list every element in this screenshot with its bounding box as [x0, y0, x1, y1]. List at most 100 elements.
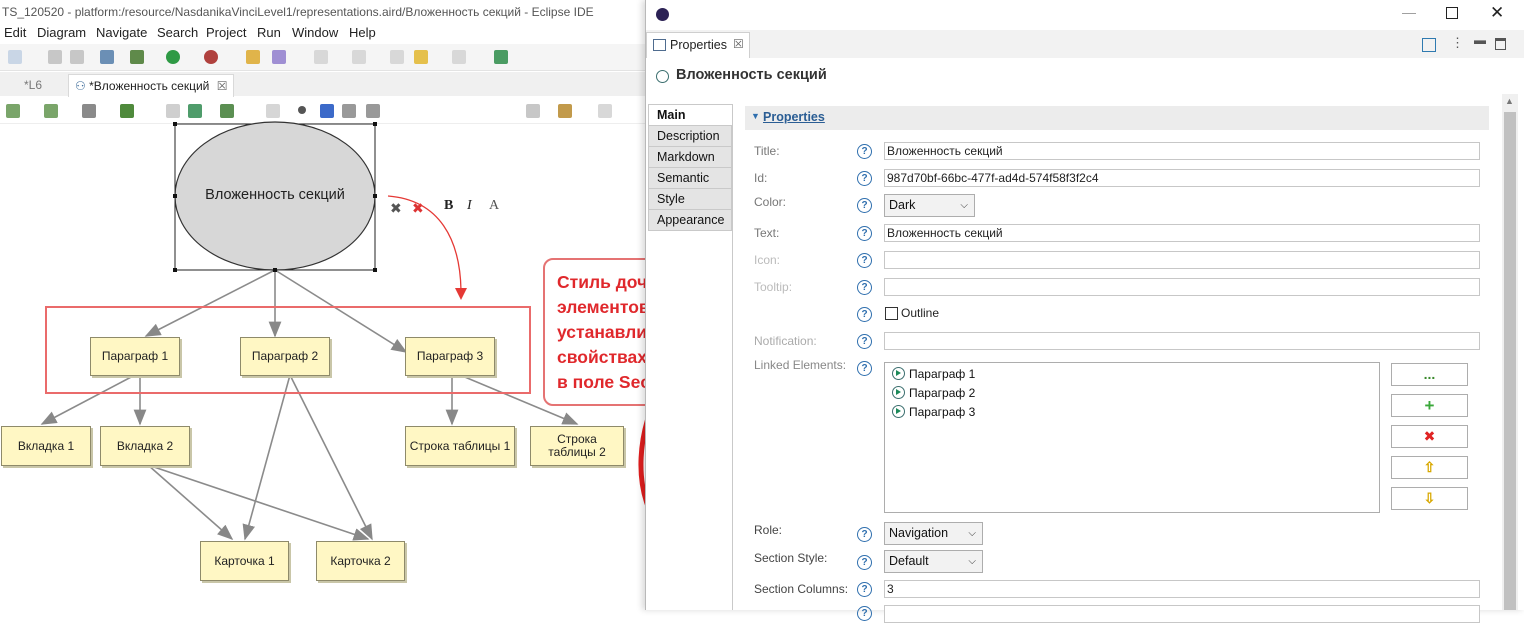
help-icon[interactable]: ? [857, 198, 872, 213]
chevron-down-icon: ▼ [751, 111, 760, 121]
move-up-button[interactable]: ⇧ [1391, 456, 1468, 479]
section-node-1[interactable]: Параграф 1 [90, 337, 180, 376]
tab-appearance[interactable]: Appearance [648, 210, 732, 231]
tab-node-1[interactable]: Вкладка 1 [1, 426, 91, 466]
id-field[interactable]: 987d70bf-66bc-477f-ad4d-574f58f3f2c4 [884, 169, 1480, 187]
eclipse-logo-icon [656, 8, 669, 21]
tab-main[interactable]: Main [648, 105, 732, 126]
scroll-up-icon[interactable]: ▲ [1505, 96, 1514, 106]
section-style-value: Default [889, 554, 929, 568]
outline-label: Outline [901, 306, 940, 320]
tab-style[interactable]: Style [648, 189, 732, 210]
edge [40, 374, 136, 425]
chevron-down-icon: ⌵ [960, 200, 968, 211]
pin-view-icon[interactable] [1422, 38, 1436, 52]
add-button[interactable]: + [1391, 394, 1468, 417]
help-icon[interactable]: ? [857, 527, 872, 542]
section-node-3[interactable]: Параграф 3 [405, 337, 495, 376]
help-icon[interactable]: ? [857, 171, 872, 186]
tab-node-2[interactable]: Вкладка 2 [100, 426, 190, 466]
color-select[interactable]: Dark ⌵ [884, 194, 975, 217]
maximize-icon[interactable] [1446, 7, 1458, 19]
side-tabs: Main Description Markdown Semantic Style… [648, 104, 732, 231]
handle[interactable] [173, 122, 177, 126]
outline-checkbox[interactable] [885, 307, 898, 320]
handle[interactable] [273, 268, 277, 272]
tab-markdown[interactable]: Markdown [648, 147, 732, 168]
label-role: Role: [754, 523, 783, 537]
element-icon [892, 367, 905, 380]
list-item-label: Параграф 3 [909, 405, 976, 419]
help-icon[interactable]: ? [857, 582, 872, 597]
help-icon[interactable]: ? [857, 555, 872, 570]
move-down-button[interactable]: ⇩ [1391, 487, 1468, 510]
remove-button[interactable]: ✖ [1391, 425, 1468, 448]
tooltip-field[interactable] [884, 278, 1480, 296]
scroll-thumb[interactable] [1504, 112, 1516, 610]
label-color: Color: [754, 195, 787, 209]
label-linked-elements: Linked Elements: [754, 358, 847, 372]
help-icon[interactable]: ? [857, 226, 872, 241]
label-section-columns: Section Columns: [754, 582, 849, 596]
icon-field[interactable] [884, 251, 1480, 269]
text-field[interactable]: Вложенность секций [884, 224, 1480, 242]
help-icon[interactable]: ? [857, 307, 872, 322]
element-icon [892, 405, 905, 418]
tab-properties-label: Properties [670, 38, 727, 52]
card-node-2[interactable]: Карточка 2 [316, 541, 405, 581]
minimize-icon[interactable]: — [1402, 4, 1416, 20]
help-icon[interactable]: ? [857, 253, 872, 268]
help-icon[interactable]: ? [857, 606, 872, 621]
help-icon[interactable]: ? [857, 280, 872, 295]
handle[interactable] [173, 268, 177, 272]
role-select[interactable]: Navigation ⌵ [884, 522, 983, 545]
header-title: Вложенность секций [676, 67, 827, 83]
tab-properties[interactable]: Properties ☒ [646, 32, 750, 59]
list-item[interactable]: Параграф 3 [892, 403, 975, 421]
section-style-select[interactable]: Default ⌵ [884, 550, 983, 573]
label-text: Text: [754, 226, 780, 240]
role-select-value: Navigation [889, 526, 949, 540]
section-header[interactable]: ▼ Properties [745, 106, 1489, 130]
row-node-1[interactable]: Строка таблицы 1 [405, 426, 515, 466]
annotation-arrow [387, 195, 462, 291]
element-icon [892, 386, 905, 399]
edge [289, 374, 373, 541]
close-icon[interactable]: ☒ [733, 37, 744, 51]
scrollbar[interactable]: ▲ [1502, 94, 1518, 610]
title-field[interactable]: Вложенность секций [884, 142, 1480, 160]
row-node-2[interactable]: Строка таблицы 2 [530, 426, 624, 466]
section-columns-field[interactable]: 3 [884, 580, 1480, 598]
handle[interactable] [373, 268, 377, 272]
list-item-label: Параграф 1 [909, 367, 976, 381]
view-maximize-icon[interactable] [1495, 38, 1506, 50]
list-item-label: Параграф 2 [909, 386, 976, 400]
label-title: Title: [754, 144, 780, 158]
properties-header: Вложенность секций [646, 58, 1524, 96]
help-icon[interactable]: ? [857, 334, 872, 349]
label-section-style: Section Style: [754, 551, 828, 565]
notification-field[interactable] [884, 332, 1480, 350]
edge [144, 269, 276, 337]
window-close-icon[interactable]: ✕ [1490, 3, 1504, 23]
edge [147, 464, 370, 541]
chevron-down-icon: ⌵ [968, 528, 976, 539]
help-icon[interactable]: ? [857, 144, 872, 159]
help-icon[interactable]: ? [857, 361, 872, 376]
handle[interactable] [373, 122, 377, 126]
chevron-down-icon: ⌵ [968, 556, 976, 567]
tab-semantic[interactable]: Semantic [648, 168, 732, 189]
edge [242, 374, 291, 541]
properties-window: — ✕ Properties ☒ ⋮ ▬ Вложенность секций … [645, 0, 1524, 623]
properties-titlebar: — ✕ [646, 0, 1524, 30]
tab-description[interactable]: Description [648, 126, 732, 147]
next-field[interactable] [884, 605, 1480, 623]
list-item[interactable]: Параграф 1 [892, 365, 975, 383]
section-node-2[interactable]: Параграф 2 [240, 337, 330, 376]
card-node-1[interactable]: Карточка 1 [200, 541, 289, 581]
view-minimize-icon[interactable]: ▬ [1474, 33, 1486, 47]
label-tooltip: Tooltip: [754, 280, 793, 294]
view-menu-icon[interactable]: ⋮ [1451, 35, 1464, 51]
list-item[interactable]: Параграф 2 [892, 384, 975, 402]
browse-button[interactable]: ... [1391, 363, 1468, 386]
